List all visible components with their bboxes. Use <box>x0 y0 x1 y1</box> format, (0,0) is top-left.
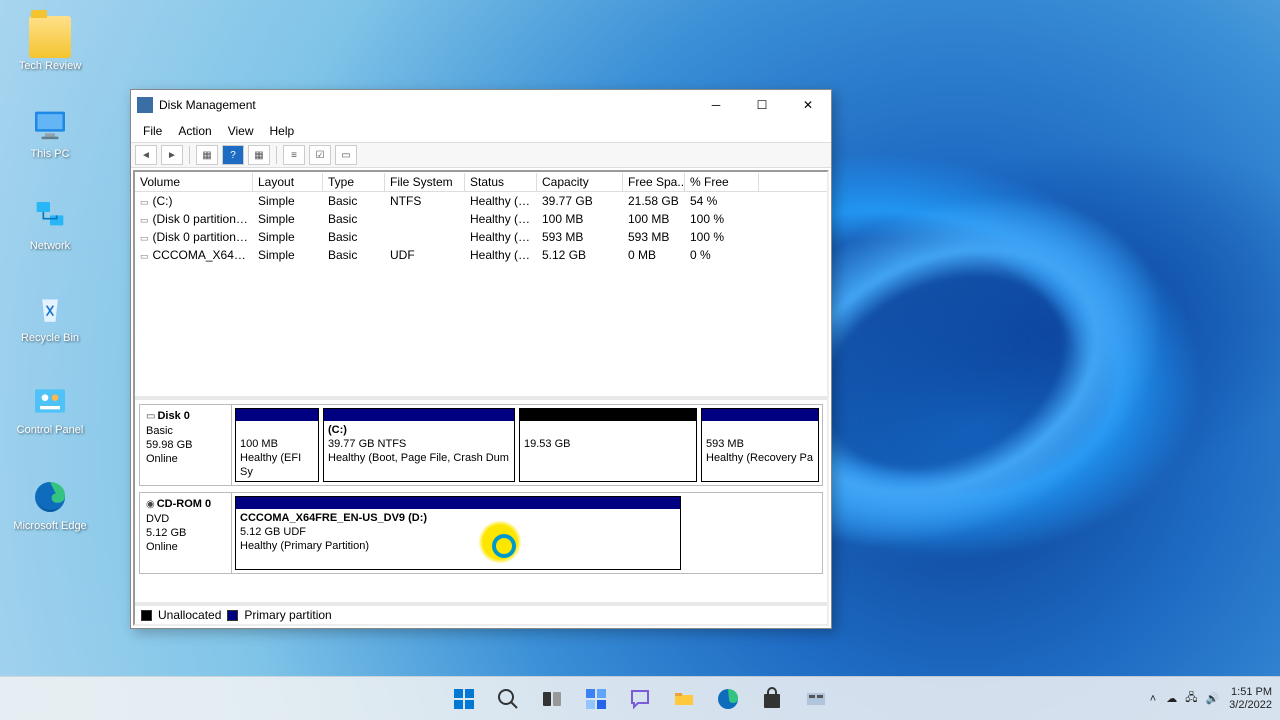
disk-management-taskbar-button[interactable] <box>797 680 835 718</box>
network-tray-icon[interactable]: 🖧 <box>1185 689 1197 708</box>
desktop-icon-control-panel[interactable]: Control Panel <box>12 380 88 436</box>
disk-row-disk0[interactable]: ▭Disk 0 Basic 59.98 GB Online 100 MBHeal… <box>139 404 823 486</box>
start-button[interactable] <box>445 680 483 718</box>
col-volume[interactable]: Volume <box>135 173 253 191</box>
partition-efi[interactable]: 100 MBHealthy (EFI Sy <box>235 408 319 482</box>
taskbar-date: 3/2/2022 <box>1229 699 1272 712</box>
desktop-icon-label: Tech Review <box>12 60 88 72</box>
col-pctfree[interactable]: % Free <box>685 173 759 191</box>
graphical-view: ▭Disk 0 Basic 59.98 GB Online 100 MBHeal… <box>135 400 827 602</box>
taskbar-time: 1:51 PM <box>1229 686 1272 699</box>
desktop-icon-label: Recycle Bin <box>12 332 88 344</box>
legend: Unallocated Primary partition <box>135 602 827 624</box>
col-capacity[interactable]: Capacity <box>537 173 623 191</box>
menu-file[interactable]: File <box>135 122 170 140</box>
task-view-button[interactable] <box>533 680 571 718</box>
disk-icon: ▭ <box>146 411 155 422</box>
volume-row[interactable]: (Disk 0 partition 4)SimpleBasicHealthy (… <box>135 228 827 246</box>
desktop-icon-label: Network <box>12 240 88 252</box>
menu-view[interactable]: View <box>220 122 262 140</box>
desktop-icon-tech-review[interactable]: Tech Review <box>12 16 88 72</box>
forward-button[interactable]: ► <box>161 145 183 165</box>
desktop-icon-network[interactable]: Network <box>12 196 88 252</box>
cdrom-label: ◉CD-ROM 0 DVD 5.12 GB Online <box>140 493 232 573</box>
volume-icon[interactable]: 🔊 <box>1205 692 1219 705</box>
desktop-icon-label: Control Panel <box>12 424 88 436</box>
col-status[interactable]: Status <box>465 173 537 191</box>
minimize-button[interactable]: ─ <box>693 90 739 120</box>
chat-button[interactable] <box>621 680 659 718</box>
desktop-icon-label: Microsoft Edge <box>12 520 88 532</box>
file-explorer-button[interactable] <box>665 680 703 718</box>
desktop-icon-label: This PC <box>12 148 88 160</box>
legend-swatch-unallocated <box>141 610 152 621</box>
back-button[interactable]: ◄ <box>135 145 157 165</box>
tray-chevron-icon[interactable]: ˄ <box>1150 693 1156 705</box>
legend-swatch-primary <box>227 610 238 621</box>
cdrom-icon: ◉ <box>146 499 155 510</box>
desktop-icon-this-pc[interactable]: This PC <box>12 104 88 160</box>
volume-row[interactable]: (Disk 0 partition 1)SimpleBasicHealthy (… <box>135 210 827 228</box>
widgets-button[interactable] <box>577 680 615 718</box>
window-title: Disk Management <box>159 98 693 112</box>
disk0-label: ▭Disk 0 Basic 59.98 GB Online <box>140 405 232 485</box>
menubar: File Action View Help <box>131 120 831 142</box>
network-icon <box>29 196 71 238</box>
volume-row[interactable]: (C:)SimpleBasicNTFSHealthy (B...39.77 GB… <box>135 192 827 210</box>
toolbar: ◄ ► ▦ ? ▦ ≡ ☑ ▭ <box>131 142 831 168</box>
volume-list-header[interactable]: Volume Layout Type File System Status Ca… <box>135 172 827 192</box>
menu-action[interactable]: Action <box>170 122 219 140</box>
col-layout[interactable]: Layout <box>253 173 323 191</box>
help-icon[interactable]: ? <box>222 145 244 165</box>
toolbar-check-icon[interactable]: ☑ <box>309 145 331 165</box>
recycle-bin-icon <box>29 288 71 330</box>
disk-row-cdrom[interactable]: ◉CD-ROM 0 DVD 5.12 GB Online CCCOMA_X64F… <box>139 492 823 574</box>
maximize-button[interactable]: ☐ <box>739 90 785 120</box>
toolbar-tile-icon[interactable]: ▦ <box>196 145 218 165</box>
partition-cdrom[interactable]: CCCOMA_X64FRE_EN-US_DV9 (D:)5.12 GB UDFH… <box>235 496 681 570</box>
volume-row[interactable]: CCCOMA_X64FRE...SimpleBasicUDFHealthy (P… <box>135 246 827 264</box>
titlebar[interactable]: Disk Management ─ ☐ ✕ <box>131 90 831 120</box>
toolbar-list-icon[interactable]: ≡ <box>283 145 305 165</box>
close-button[interactable]: ✕ <box>785 90 831 120</box>
col-type[interactable]: Type <box>323 173 385 191</box>
taskbar-clock[interactable]: 1:51 PM 3/2/2022 <box>1229 686 1272 712</box>
col-freespace[interactable]: Free Spa... <box>623 173 685 191</box>
app-icon <box>137 97 153 113</box>
partition-c[interactable]: (C:)39.77 GB NTFSHealthy (Boot, Page Fil… <box>323 408 515 482</box>
onedrive-icon[interactable]: ☁ <box>1166 692 1177 705</box>
disk-management-window: Disk Management ─ ☐ ✕ File Action View H… <box>130 89 832 629</box>
legend-unallocated: Unallocated <box>158 608 221 622</box>
control-panel-icon <box>29 380 71 422</box>
desktop-icon-edge[interactable]: Microsoft Edge <box>12 476 88 532</box>
taskbar: ˄ ☁ 🖧 🔊 1:51 PM 3/2/2022 <box>0 676 1280 720</box>
col-filesystem[interactable]: File System <box>385 173 465 191</box>
store-button[interactable] <box>753 680 791 718</box>
partition-unallocated[interactable]: 19.53 GB <box>519 408 697 482</box>
legend-primary: Primary partition <box>244 608 331 622</box>
search-button[interactable] <box>489 680 527 718</box>
partition-recovery[interactable]: 593 MBHealthy (Recovery Pa <box>701 408 819 482</box>
pc-icon <box>29 104 71 146</box>
folder-icon <box>29 16 71 58</box>
edge-button[interactable] <box>709 680 747 718</box>
menu-help[interactable]: Help <box>262 122 303 140</box>
volume-list[interactable]: Volume Layout Type File System Status Ca… <box>135 172 827 400</box>
refresh-icon[interactable]: ▦ <box>248 145 270 165</box>
edge-icon <box>29 476 71 518</box>
desktop-icon-recycle-bin[interactable]: Recycle Bin <box>12 288 88 344</box>
toolbar-window-icon[interactable]: ▭ <box>335 145 357 165</box>
